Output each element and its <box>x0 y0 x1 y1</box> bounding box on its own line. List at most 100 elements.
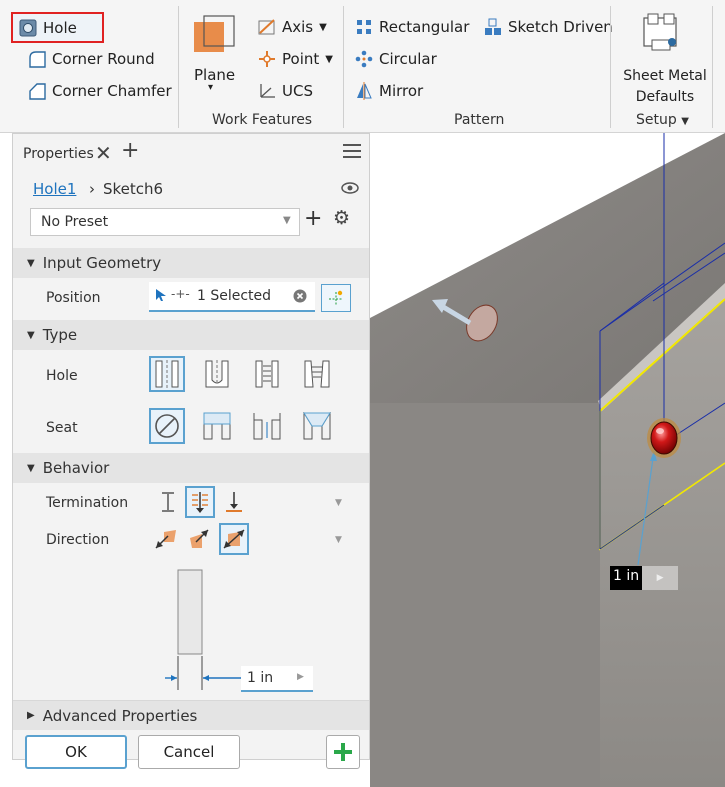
spotface-icon <box>253 413 281 440</box>
input-geometry-title: Input Geometry <box>42 254 162 272</box>
flipped-direction-button[interactable] <box>185 523 215 555</box>
add-preset-icon[interactable]: + <box>304 206 322 231</box>
clearance-hole-button[interactable] <box>199 356 235 392</box>
advanced-properties-title: Advanced Properties <box>42 706 198 725</box>
properties-panel: Properties ✕ + Hole1 › Sketch6 No Preset… <box>12 133 370 769</box>
sketch-driven-pattern-button[interactable]: Sketch Driven <box>484 18 613 36</box>
ok-button[interactable]: OK <box>25 735 127 769</box>
position-label: Position <box>46 290 101 306</box>
symmetric-direction-button[interactable] <box>219 523 249 555</box>
direction-more-chevron-icon[interactable]: ▼ <box>335 535 342 545</box>
hole-type-row: Hole <box>13 352 369 400</box>
tapped-hole-icon <box>255 360 279 388</box>
properties-tab[interactable]: Properties <box>23 146 94 162</box>
visibility-eye-icon[interactable] <box>341 182 359 198</box>
ribbon-separator <box>610 6 611 128</box>
dialog-buttons: OK Cancel <box>13 732 369 769</box>
corner-round-button[interactable]: Corner Round <box>28 50 155 68</box>
breadcrumb-hole1[interactable]: Hole1 <box>33 180 76 198</box>
viewport-dimension-play-icon: ▶ <box>642 566 678 590</box>
panel-menu-icon[interactable] <box>343 143 361 163</box>
graphics-viewport[interactable]: 1 in ▶ <box>370 133 725 787</box>
point-dropdown-icon: ▼ <box>325 53 333 65</box>
type-title: Type <box>42 326 78 344</box>
rectangular-pattern-icon <box>355 18 373 36</box>
diameter-input[interactable]: 1 in ▶ <box>241 666 313 692</box>
seat-type-label: Seat <box>46 420 78 436</box>
ucs-button[interactable]: UCS <box>258 82 313 100</box>
corner-chamfer-button[interactable]: Corner Chamfer <box>28 82 172 100</box>
breadcrumb-sketch6: Sketch6 <box>103 180 164 198</box>
countersink-button[interactable] <box>299 408 335 444</box>
apply-button[interactable] <box>326 735 360 769</box>
ucs-icon <box>258 82 276 100</box>
plane-icon <box>194 15 235 52</box>
hole-type-label: Hole <box>46 368 78 384</box>
setup-group-label[interactable]: Setup ▼ <box>636 112 689 128</box>
rectangular-pattern-button[interactable]: Rectangular <box>355 18 469 36</box>
advanced-properties-section[interactable]: ▶ Advanced Properties <box>13 700 369 730</box>
to-termination-button[interactable] <box>219 486 249 518</box>
spotface-button[interactable] <box>249 408 285 444</box>
cancel-button[interactable]: Cancel <box>138 735 240 769</box>
sketch-driven-pattern-label: Sketch Driven <box>508 18 613 36</box>
symmetric-direction-icon <box>223 529 245 549</box>
ribbon-separator <box>178 6 179 128</box>
behavior-title: Behavior <box>42 459 110 477</box>
termination-more-chevron-icon[interactable]: ▼ <box>335 498 342 508</box>
expand-caret-icon: ▼ <box>27 462 35 474</box>
mirror-button[interactable]: Mirror <box>355 82 423 100</box>
point-button[interactable]: Point ▼ <box>258 50 333 68</box>
distance-termination-button[interactable] <box>153 486 183 518</box>
direction-row: Direction ▼ <box>13 523 369 559</box>
add-tab-icon[interactable]: + <box>121 138 139 163</box>
seat-type-row: Seat <box>13 404 369 452</box>
mirror-label: Mirror <box>379 82 424 100</box>
expand-caret-icon: ▼ <box>27 257 35 269</box>
collapsed-caret-icon: ▶ <box>27 710 35 721</box>
ucs-label: UCS <box>282 82 313 100</box>
viewport-dimension-input[interactable]: 1 in ▶ <box>610 566 678 590</box>
viewport-dimension-value: 1 in <box>610 566 643 590</box>
behavior-section[interactable]: ▼ Behavior <box>13 453 369 483</box>
circular-pattern-icon <box>355 50 373 68</box>
close-tab-icon[interactable]: ✕ <box>95 141 112 165</box>
simple-hole-button[interactable] <box>149 356 185 392</box>
clear-selection-icon[interactable] <box>293 289 307 307</box>
preset-chevron-down-icon: ▼ <box>283 215 291 226</box>
position-value: 1 Selected <box>197 288 272 304</box>
breadcrumb-chevron-icon: › <box>89 180 95 198</box>
countersink-icon <box>303 412 331 440</box>
position-selector[interactable]: -+- 1 Selected <box>149 282 315 312</box>
through-all-button[interactable] <box>185 486 215 518</box>
tapped-hole-button[interactable] <box>249 356 285 392</box>
axis-button[interactable]: Axis ▼ <box>258 18 327 36</box>
corner-chamfer-label: Corner Chamfer <box>52 82 172 100</box>
preset-settings-gear-icon[interactable]: ⚙ <box>333 207 350 229</box>
type-section[interactable]: ▼ Type <box>13 320 369 350</box>
hole-button[interactable]: Hole <box>11 12 104 43</box>
input-geometry-section[interactable]: ▼ Input Geometry <box>13 248 369 278</box>
plane-dropdown-icon[interactable]: ▾ <box>208 82 213 93</box>
plane-button[interactable] <box>190 14 238 64</box>
no-seat-button[interactable] <box>149 408 185 444</box>
corner-round-label: Corner Round <box>52 50 155 68</box>
corner-chamfer-icon <box>28 82 46 100</box>
sheet-metal-defaults-button[interactable] <box>638 12 684 62</box>
sheet-metal-defaults-label: Sheet Metal Defaults <box>620 66 710 108</box>
infer-points-button[interactable] <box>321 284 351 312</box>
preset-dropdown[interactable]: No Preset ▼ <box>30 208 300 236</box>
setup-dropdown-icon: ▼ <box>681 116 689 127</box>
ribbon-separator <box>712 6 713 128</box>
point-sketch-icon: -+- <box>171 287 190 301</box>
plane-label: Plane <box>194 66 236 84</box>
position-row: Position -+- 1 Selected <box>13 280 369 316</box>
default-direction-button[interactable] <box>151 523 181 555</box>
sheet-metal-model <box>370 133 725 787</box>
infer-points-icon <box>329 290 343 306</box>
taper-tapped-hole-button[interactable] <box>299 356 335 392</box>
counterbore-button[interactable] <box>199 408 235 444</box>
point-label: Point <box>282 50 320 68</box>
circular-pattern-button[interactable]: Circular <box>355 50 437 68</box>
sketch-driven-pattern-icon <box>484 18 502 36</box>
